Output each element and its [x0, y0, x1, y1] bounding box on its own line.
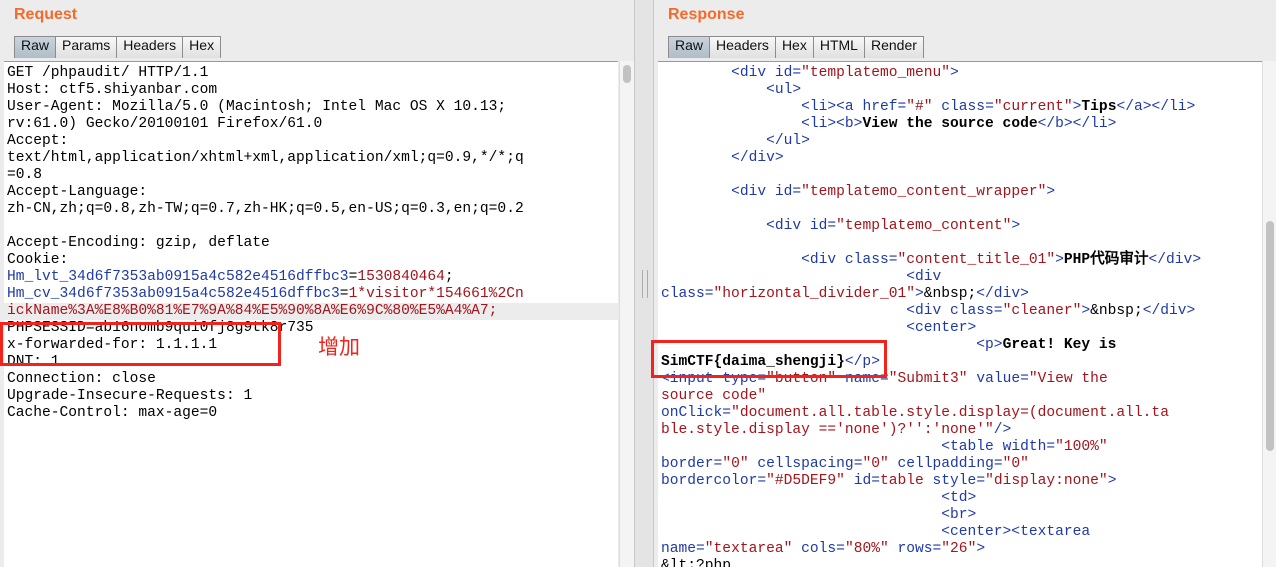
nbsp-2: &nbsp;	[1090, 303, 1143, 319]
response-tabs: Raw Headers Hex HTML Render	[668, 36, 924, 58]
tab-params[interactable]: Params	[55, 36, 118, 58]
request-pane: Request Raw Params Headers Hex GET /phpa…	[0, 0, 634, 567]
header-user-agent-cont: rv:61.0) Gecko/20100101 Firefox/61.0	[7, 116, 323, 132]
request-line: GET /phpaudit/ HTTP/1.1	[7, 65, 209, 81]
cookie-value-1: 1530840464	[357, 269, 445, 285]
response-raw-text: <div id="templatemo_menu"> <ul> <li><a h…	[661, 65, 1201, 567]
request-scrollbar[interactable]	[619, 61, 634, 567]
header-accept-language: Accept-Language:	[7, 184, 148, 200]
textarea-php-open: &lt;?php	[661, 558, 732, 567]
tab-headers[interactable]: Headers	[116, 36, 184, 58]
menu-link-text: Tips	[1081, 99, 1117, 115]
divider-grip[interactable]	[642, 270, 648, 298]
header-cache-control: Cache-Control: max-age=0	[7, 405, 218, 421]
content-title: PHP代码审计	[1063, 252, 1149, 268]
xff-highlight-box	[0, 322, 281, 366]
pane-divider[interactable]	[634, 0, 654, 567]
header-connection: Connection: close	[7, 371, 156, 387]
cookie-key-1: Hm_lvt_34d6f7353ab0915a4c582e4516dffbc3	[7, 269, 349, 285]
request-editor[interactable]: GET /phpaudit/ HTTP/1.1 Host: ctf5.shiya…	[4, 61, 618, 567]
request-tabs: Raw Params Headers Hex	[14, 36, 222, 58]
input-value: View the	[1037, 371, 1108, 387]
response-pane: Response Raw Headers Hex HTML Render <di…	[651, 0, 1276, 567]
request-scroll-thumb[interactable]	[623, 65, 631, 83]
added-annotation: 增加	[318, 335, 360, 359]
key-highlight-box	[651, 340, 887, 378]
response-scroll-thumb[interactable]	[1266, 221, 1274, 451]
header-upgrade-insecure: Upgrade-Insecure-Requests: 1	[7, 388, 253, 404]
tab-html[interactable]: HTML	[812, 36, 865, 58]
input-value-cont: source code	[661, 388, 758, 404]
tab-hex[interactable]: Hex	[774, 36, 814, 58]
cookie-key-2: Hm_cv_34d6f7353ab0915a4c582e4516dffbc3	[7, 286, 340, 302]
request-raw-text: GET /phpaudit/ HTTP/1.1 Host: ctf5.shiya…	[4, 65, 618, 422]
header-host: Host: ctf5.shiyanbar.com	[7, 82, 218, 98]
key-prefix-text: Great! Key is	[1002, 337, 1117, 353]
nbsp-1: &nbsp;	[923, 286, 977, 302]
tab-headers[interactable]: Headers	[709, 36, 776, 58]
response-scrollbar[interactable]	[1262, 61, 1276, 567]
cookie-value-2-cont: ickName%3A%E8%B0%81%E7%9A%84%E5%90%8A%E6…	[7, 303, 498, 319]
header-accept: Accept:	[7, 133, 69, 149]
header-user-agent: User-Agent: Mozilla/5.0 (Macintosh; Inte…	[7, 99, 507, 115]
response-title: Response	[668, 6, 745, 23]
response-editor[interactable]: <div id="templatemo_menu"> <ul> <li><a h…	[658, 61, 1262, 567]
header-cookie: Cookie:	[7, 252, 69, 268]
header-accept-encoding: Accept-Encoding: gzip, deflate	[7, 235, 270, 251]
cookie-value-2: 1*visitor*154661%2Cn	[348, 286, 524, 302]
tab-raw[interactable]: Raw	[14, 36, 57, 58]
header-accept-language-value: zh-CN,zh;q=0.8,zh-TW;q=0.7,zh-HK;q=0.5,e…	[7, 201, 524, 217]
header-accept-value: text/html,application/xhtml+xml,applicat…	[7, 150, 524, 166]
header-accept-value-cont: =0.8	[7, 167, 43, 183]
tab-raw[interactable]: Raw	[668, 36, 711, 58]
tab-render[interactable]: Render	[863, 36, 924, 58]
request-title: Request	[14, 6, 78, 23]
tab-hex[interactable]: Hex	[182, 36, 222, 58]
menu-item-view-source: View the source code	[862, 116, 1038, 132]
